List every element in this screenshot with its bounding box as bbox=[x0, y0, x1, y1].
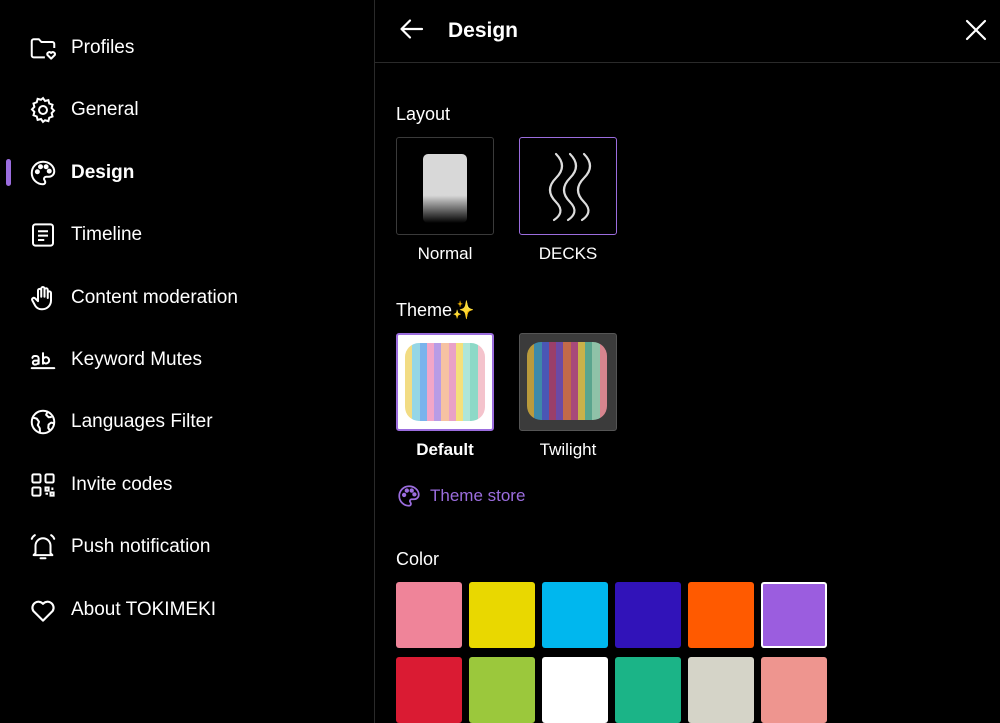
color-swatch[interactable] bbox=[615, 582, 681, 648]
bell-icon bbox=[27, 531, 59, 563]
color-swatch[interactable] bbox=[542, 582, 608, 648]
sidebar-item-label: About TOKIMEKI bbox=[71, 599, 217, 620]
arrow-left-icon bbox=[397, 19, 427, 48]
gear-icon bbox=[27, 94, 59, 126]
panel-header: Design bbox=[375, 0, 1000, 63]
palette-icon bbox=[27, 157, 59, 189]
color-swatch[interactable] bbox=[396, 582, 462, 648]
sidebar-item-keyword-mutes[interactable]: Keyword Mutes bbox=[0, 338, 374, 382]
folder-heart-icon bbox=[27, 32, 59, 64]
sidebar-item-invite-codes[interactable]: Invite codes bbox=[0, 463, 374, 507]
layout-option-label: Normal bbox=[417, 244, 473, 263]
decks-waves-icon bbox=[520, 152, 616, 234]
color-swatch[interactable] bbox=[761, 582, 827, 648]
qr-code-icon bbox=[27, 469, 59, 501]
sidebar-item-languages-filter[interactable]: Languages Filter bbox=[0, 400, 374, 444]
layout-option-normal[interactable] bbox=[396, 137, 494, 235]
page-title: Design bbox=[448, 19, 519, 42]
settings-sidebar: Profiles General Design Timeline Content… bbox=[0, 0, 374, 723]
theme-option-default[interactable] bbox=[396, 333, 494, 431]
back-button[interactable] bbox=[397, 14, 427, 44]
sidebar-item-label: Design bbox=[71, 162, 135, 183]
color-swatch[interactable] bbox=[542, 657, 608, 723]
color-swatch[interactable] bbox=[761, 657, 827, 723]
theme-section-label: Theme✨ bbox=[396, 300, 475, 320]
sidebar-item-label: Languages Filter bbox=[71, 411, 213, 432]
sidebar-item-timeline[interactable]: Timeline bbox=[0, 213, 374, 257]
layout-option-decks[interactable] bbox=[519, 137, 617, 235]
theme-store-label: Theme store bbox=[430, 486, 526, 505]
sidebar-item-design[interactable]: Design bbox=[0, 151, 374, 195]
globe-icon bbox=[27, 406, 59, 438]
heart-icon bbox=[27, 594, 59, 626]
color-swatch[interactable] bbox=[615, 657, 681, 723]
ab-text-icon bbox=[27, 344, 59, 376]
color-swatch[interactable] bbox=[469, 657, 535, 723]
color-section-label: Color bbox=[396, 549, 440, 569]
sidebar-item-content-moderation[interactable]: Content moderation bbox=[0, 276, 374, 320]
sidebar-item-label: Push notification bbox=[71, 536, 211, 557]
color-swatch[interactable] bbox=[688, 657, 754, 723]
default-theme-preview bbox=[405, 343, 485, 421]
layout-section-label: Layout bbox=[396, 104, 451, 124]
palette-icon bbox=[396, 483, 422, 509]
theme-store-link[interactable]: Theme store bbox=[396, 482, 525, 510]
document-lines-icon bbox=[27, 219, 59, 251]
sidebar-item-push-notification[interactable]: Push notification bbox=[0, 525, 374, 569]
color-swatch[interactable] bbox=[688, 582, 754, 648]
close-button[interactable] bbox=[962, 16, 990, 44]
normal-layout-preview bbox=[423, 154, 467, 223]
theme-option-twilight[interactable] bbox=[519, 333, 617, 431]
sidebar-item-profiles[interactable]: Profiles bbox=[0, 26, 374, 70]
sidebar-item-label: General bbox=[71, 99, 139, 120]
sidebar-item-about[interactable]: About TOKIMEKI bbox=[0, 588, 374, 632]
sidebar-item-label: Keyword Mutes bbox=[71, 349, 202, 370]
theme-option-label: Twilight bbox=[539, 440, 597, 459]
color-swatch[interactable] bbox=[396, 657, 462, 723]
close-icon bbox=[962, 19, 990, 48]
hand-icon bbox=[27, 282, 59, 314]
color-swatch[interactable] bbox=[469, 582, 535, 648]
layout-option-label: DECKS bbox=[538, 244, 598, 263]
design-settings-panel: Design Layout Normal DECKS Theme✨ Defaul… bbox=[375, 0, 1000, 723]
sidebar-item-label: Profiles bbox=[71, 37, 135, 58]
theme-option-label: Default bbox=[416, 440, 474, 459]
sidebar-item-label: Content moderation bbox=[71, 287, 238, 308]
twilight-theme-preview bbox=[527, 342, 607, 420]
sidebar-item-general[interactable]: General bbox=[0, 88, 374, 132]
sidebar-item-label: Invite codes bbox=[71, 474, 173, 495]
sidebar-item-label: Timeline bbox=[71, 224, 143, 245]
